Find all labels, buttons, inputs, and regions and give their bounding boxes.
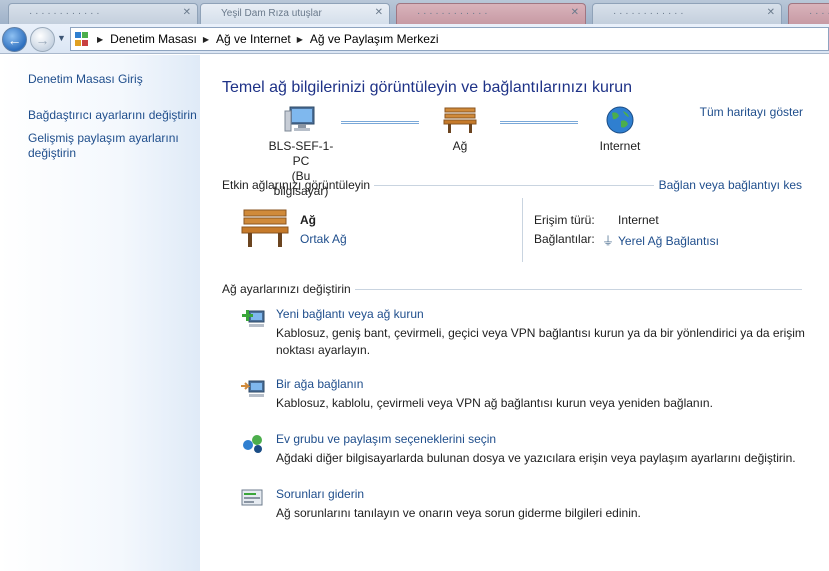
- task-item: Sorunları giderin Ağ sorunlarını tanılay…: [240, 487, 810, 527]
- new-connection-icon: [242, 310, 265, 327]
- task-homegroup-link[interactable]: Ev grubu ve paylaşım seçeneklerini seçin: [276, 432, 496, 446]
- bench-icon: [443, 107, 477, 133]
- tab-label: · · · · · · · · · · · ·: [29, 8, 100, 19]
- ethernet-plug-icon: ⏚: [602, 234, 615, 248]
- map-connector: [500, 121, 578, 124]
- vertical-divider: [522, 198, 523, 262]
- breadcrumb-network-sharing-center[interactable]: Ağ ve Paylaşım Merkezi: [310, 32, 439, 46]
- tab-1[interactable]: · · · · · · · · · · · · ✕: [8, 3, 198, 24]
- chevron-right-icon[interactable]: ▶: [97, 35, 103, 44]
- section-divider: [355, 289, 802, 290]
- page-title: Temel ağ bilgilerinizi görüntüleyin ve b…: [222, 79, 632, 96]
- arrow-right-icon: →: [35, 31, 50, 48]
- network-type-link[interactable]: Ortak Ağ: [300, 232, 347, 246]
- bench-icon: [241, 209, 289, 247]
- tab-label: · · · · · · · · · · · ·: [613, 8, 684, 19]
- full-map-link[interactable]: Tüm haritayı göster: [700, 105, 803, 119]
- close-icon[interactable]: ✕: [767, 7, 775, 18]
- task-description: Kablosuz, kablolu, çevirmeli veya VPN ağ…: [276, 396, 713, 410]
- map-node-network[interactable]: Ağ: [438, 105, 482, 154]
- tab-4[interactable]: · · · · · · · · · · · · ✕: [592, 3, 782, 24]
- breadcrumb-control-panel[interactable]: Denetim Masası: [110, 32, 197, 46]
- map-node-internet[interactable]: Internet: [594, 105, 646, 154]
- connect-network-icon: [241, 380, 265, 397]
- computer-name: BLS-SEF-1-PC: [268, 139, 334, 168]
- globe-icon: [606, 106, 634, 134]
- tab-5[interactable]: · · · · · · · · · · · ·: [788, 3, 829, 24]
- network-name: Ağ: [452, 139, 468, 153]
- connections-label: Bağlantılar:: [534, 232, 595, 246]
- access-type-label: Erişim türü:: [534, 213, 595, 227]
- lan-connection-link[interactable]: Yerel Ağ Bağlantısı: [618, 234, 719, 248]
- close-icon[interactable]: ✕: [571, 7, 579, 18]
- tab-2[interactable]: Yeşil Dam Rıza utuşlar ✕: [200, 3, 390, 24]
- map-connector: [341, 121, 419, 124]
- change-settings-heading: Ağ ayarlarınızı değiştirin: [222, 282, 351, 296]
- main-content: Temel ağ bilgilerinizi görüntüleyin ve b…: [200, 55, 829, 571]
- sidebar: Denetim Masası Giriş Bağdaştırıcı ayarla…: [0, 55, 200, 571]
- tab-strip: · · · · · · · · · · · · ✕ Yeşil Dam Rıza …: [0, 0, 829, 24]
- task-description: Kablosuz, geniş bant, çevirmeli, geçici …: [276, 326, 805, 357]
- homegroup-icon: [243, 435, 262, 453]
- task-troubleshoot-link[interactable]: Sorunları giderin: [276, 487, 364, 501]
- tab-label: · · · · · · · · · · · ·: [809, 8, 829, 19]
- sidebar-item-control-panel-home[interactable]: Denetim Masası Giriş: [28, 72, 143, 87]
- close-icon[interactable]: ✕: [375, 7, 383, 18]
- chevron-right-icon[interactable]: ▶: [203, 35, 209, 44]
- task-description: Ağ sorunlarını tanılayın ve onarın veya …: [276, 506, 641, 520]
- task-item: Bir ağa bağlanın Kablosuz, kablolu, çevi…: [240, 377, 810, 417]
- computer-icon: [284, 106, 315, 132]
- sidebar-item-adapter-settings[interactable]: Bağdaştırıcı ayarlarını değiştirin: [28, 108, 197, 123]
- troubleshoot-icon: [241, 489, 263, 506]
- sidebar-item-advanced-sharing[interactable]: Gelişmiş paylaşım ayarlarını değiştirin: [28, 131, 188, 161]
- address-bar[interactable]: ▶ Denetim Masası ▶ Ağ ve Internet ▶ Ağ v…: [70, 27, 829, 51]
- navigation-bar: ← → ▼ ▶ Denetim Masası ▶ Ağ ve Internet …: [0, 24, 829, 54]
- tab-label: · · · · · · · · · · · ·: [417, 8, 488, 19]
- section-divider: [374, 185, 654, 186]
- active-networks-heading: Etkin ağlarınızı görüntüleyin: [222, 178, 371, 192]
- back-button[interactable]: ←: [2, 27, 27, 52]
- active-network-name: Ağ: [300, 213, 316, 227]
- control-panel-icon: [75, 32, 89, 46]
- access-type-value: Internet: [618, 213, 659, 227]
- task-connect-network-link[interactable]: Bir ağa bağlanın: [276, 377, 363, 391]
- forward-button[interactable]: →: [30, 27, 55, 52]
- connections-value[interactable]: ⏚ Yerel Ağ Bağlantısı: [602, 232, 719, 249]
- arrow-left-icon: ←: [7, 31, 22, 48]
- tab-3[interactable]: · · · · · · · · · · · · ✕: [396, 3, 586, 24]
- internet-label: Internet: [599, 139, 641, 153]
- task-item: Ev grubu ve paylaşım seçeneklerini seçin…: [240, 432, 810, 472]
- history-dropdown-button[interactable]: ▼: [57, 33, 66, 43]
- tab-label: Yeşil Dam Rıza utuşlar: [221, 8, 322, 19]
- connect-disconnect-link[interactable]: Bağlan veya bağlantıyı kes: [659, 178, 802, 192]
- breadcrumb-network-internet[interactable]: Ağ ve Internet: [216, 32, 291, 46]
- task-item: Yeni bağlantı veya ağ kurun Kablosuz, ge…: [240, 307, 810, 357]
- chevron-right-icon[interactable]: ▶: [297, 35, 303, 44]
- close-icon[interactable]: ✕: [183, 7, 191, 18]
- task-description: Ağdaki diğer bilgisayarlarda bulunan dos…: [276, 451, 796, 465]
- task-setup-connection-link[interactable]: Yeni bağlantı veya ağ kurun: [276, 307, 424, 321]
